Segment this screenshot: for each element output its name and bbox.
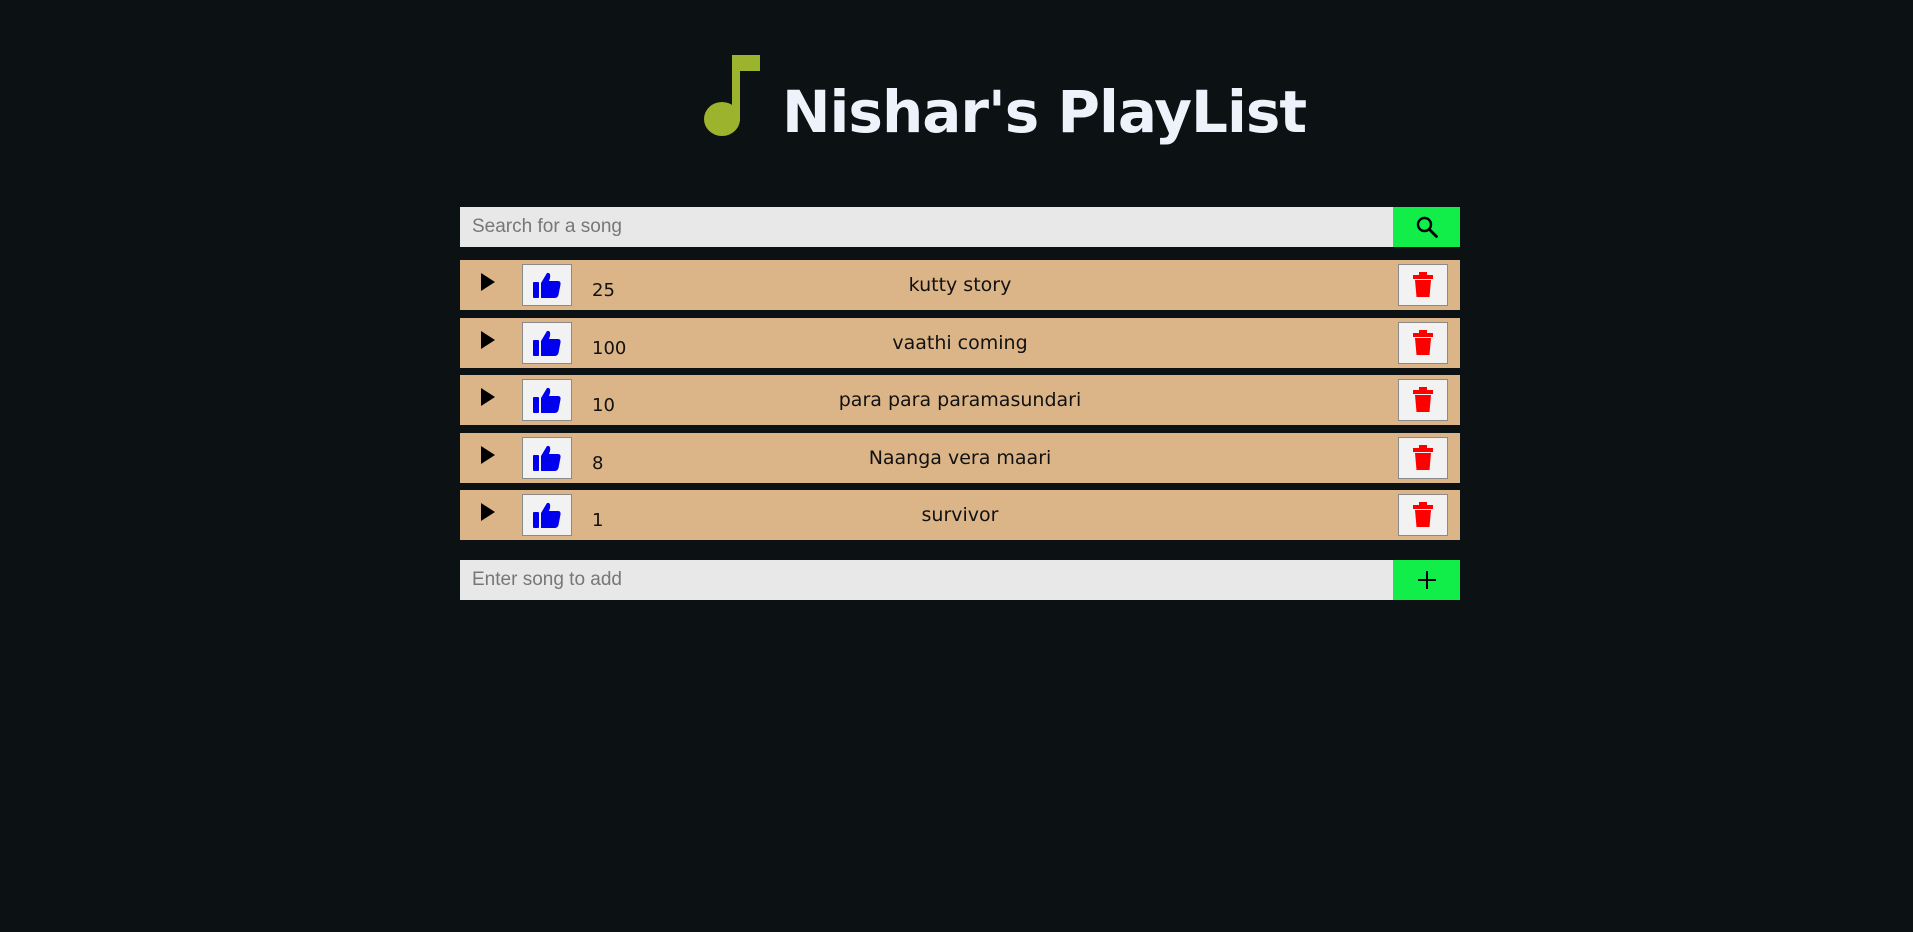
- add-song-input[interactable]: [460, 560, 1393, 600]
- play-icon[interactable]: [480, 387, 496, 407]
- song-row: 8 Naanga vera maari: [460, 432, 1460, 483]
- play-icon[interactable]: [480, 502, 496, 522]
- delete-button[interactable]: [1398, 379, 1448, 421]
- song-row: 100 vaathi coming: [460, 317, 1460, 368]
- add-song-bar: [460, 560, 1460, 600]
- song-row: 25 kutty story: [460, 260, 1460, 310]
- trash-icon: [1413, 272, 1433, 297]
- search-icon: [1416, 216, 1438, 238]
- trash-icon: [1413, 444, 1433, 470]
- delete-button[interactable]: [1398, 321, 1448, 364]
- thumbs-up-icon: [533, 330, 561, 356]
- thumbs-up-icon: [533, 502, 561, 528]
- play-icon[interactable]: [480, 330, 496, 350]
- delete-button[interactable]: [1398, 436, 1448, 479]
- song-list: 25 kutty story 100 vaathi coming 10 para…: [460, 260, 1460, 548]
- search-button[interactable]: [1393, 207, 1460, 247]
- trash-icon: [1413, 329, 1433, 355]
- play-icon[interactable]: [480, 272, 496, 292]
- song-title: Naanga vera maari: [868, 446, 1052, 469]
- song-title: para para paramasundari: [838, 389, 1082, 411]
- page-title: Nishar's PlayList: [782, 78, 1307, 146]
- song-title: vaathi coming: [892, 331, 1028, 354]
- like-button[interactable]: [522, 379, 572, 421]
- app-header: Nishar's PlayList: [700, 48, 1307, 158]
- like-button[interactable]: [522, 436, 572, 479]
- like-button[interactable]: [522, 264, 572, 306]
- like-count: 1: [592, 510, 604, 531]
- like-count: 8: [592, 452, 604, 474]
- like-button[interactable]: [522, 321, 572, 364]
- trash-icon: [1413, 502, 1433, 527]
- delete-button[interactable]: [1398, 264, 1448, 306]
- song-row: 10 para para paramasundari: [460, 375, 1460, 425]
- thumbs-up-icon: [533, 445, 561, 471]
- delete-button[interactable]: [1398, 494, 1448, 536]
- song-row: 1 survivor: [460, 490, 1460, 540]
- song-title: survivor: [921, 504, 999, 526]
- like-button[interactable]: [522, 494, 572, 536]
- thumbs-up-icon: [533, 387, 561, 413]
- thumbs-up-icon: [533, 272, 561, 298]
- song-title: kutty story: [908, 274, 1012, 296]
- plus-icon: [1417, 571, 1436, 589]
- add-song-button[interactable]: [1393, 560, 1460, 600]
- play-icon[interactable]: [480, 445, 496, 465]
- trash-icon: [1413, 387, 1433, 412]
- search-bar: [460, 207, 1460, 247]
- music-note-icon: [704, 55, 760, 136]
- search-input[interactable]: [460, 207, 1393, 247]
